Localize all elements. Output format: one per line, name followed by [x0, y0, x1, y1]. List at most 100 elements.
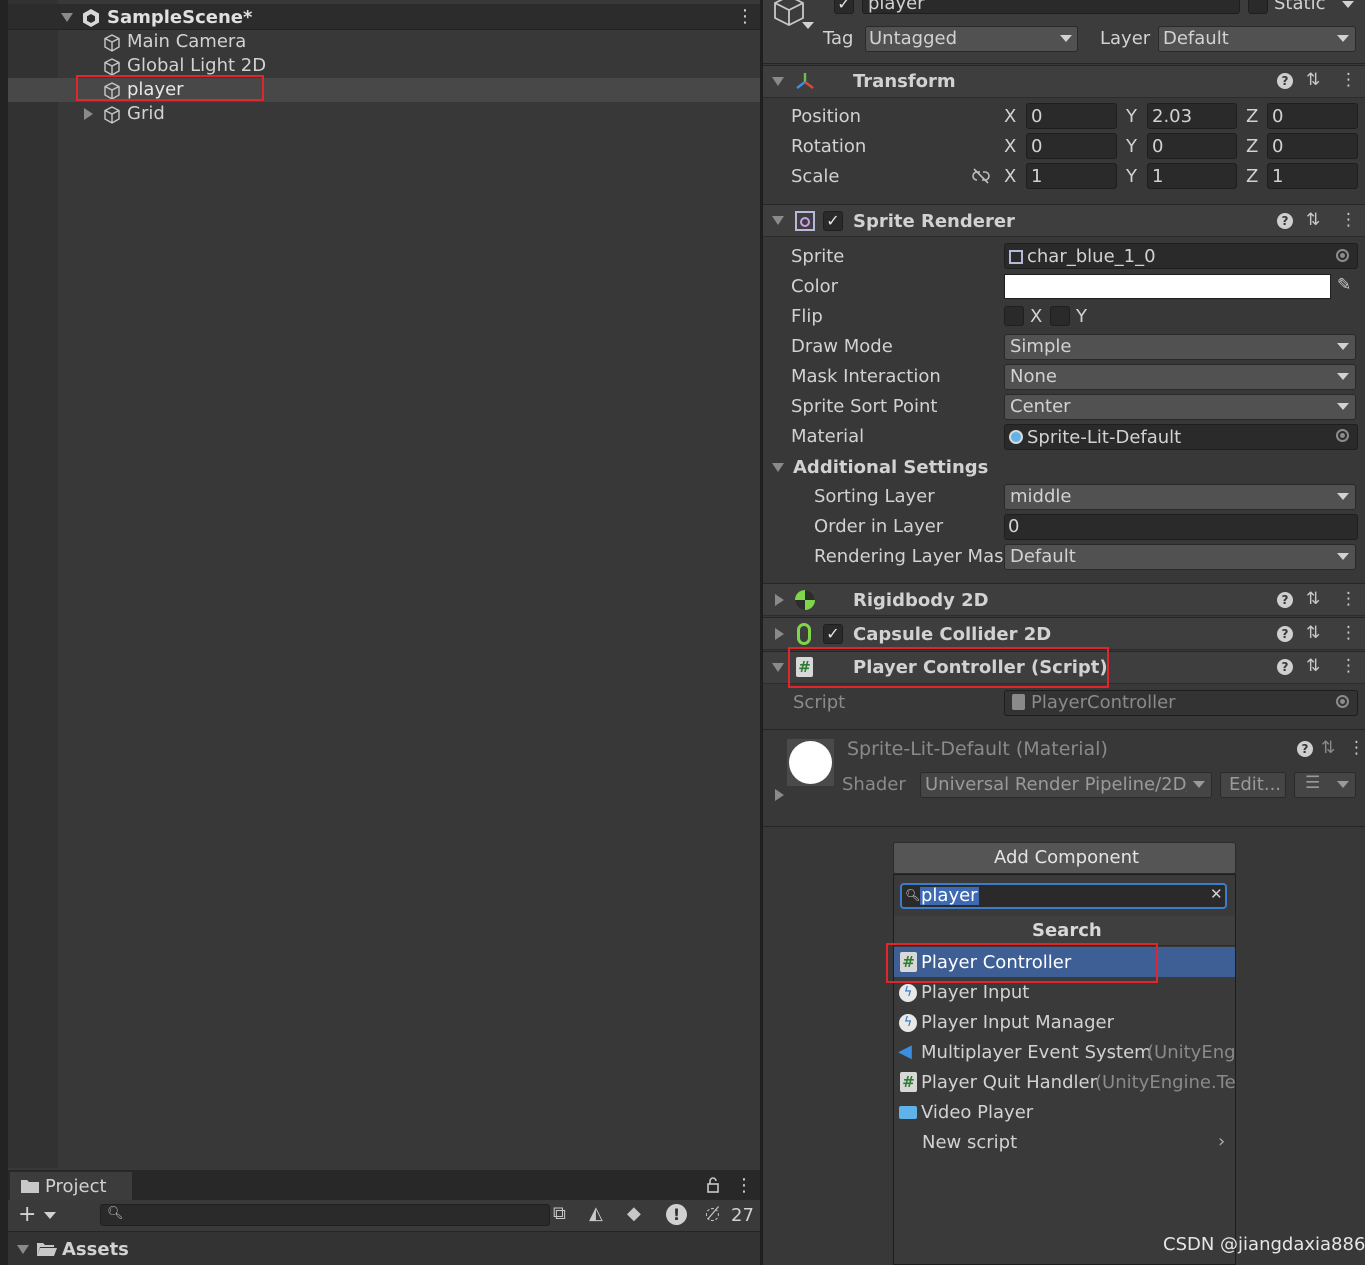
- static-dropdown-icon[interactable]: [1342, 1, 1354, 8]
- clear-search-icon[interactable]: ✕: [1210, 887, 1223, 902]
- scene-expand-icon[interactable]: [61, 13, 73, 22]
- project-menu-icon[interactable]: ⋮: [735, 1177, 753, 1195]
- component-item-multiplayer-event-system[interactable]: Multiplayer Event System: [921, 1044, 1152, 1062]
- hierarchy-gutter: [8, 0, 58, 1168]
- player-controller-collapse-icon[interactable]: [772, 663, 784, 672]
- project-search-input[interactable]: [100, 1204, 550, 1226]
- video-player-icon: [899, 1106, 917, 1119]
- capsule-enabled-checkbox[interactable]: ✓: [823, 624, 843, 644]
- create-plus-icon[interactable]: +: [18, 1204, 36, 1226]
- chevron-down-icon: [1193, 781, 1205, 788]
- draw-mode-value: Simple: [1010, 336, 1072, 357]
- scale-x-value: 1: [1031, 166, 1043, 187]
- additional-settings-collapse-icon[interactable]: [772, 463, 784, 472]
- filter-type-icon[interactable]: ◭: [589, 1205, 603, 1223]
- sprite-sort-point-value: Center: [1010, 396, 1071, 417]
- axis-z-label: Z: [1246, 136, 1259, 157]
- chevron-down-icon: [1337, 781, 1349, 788]
- color-swatch[interactable]: [1004, 274, 1331, 299]
- list-icon: ☰: [1305, 773, 1321, 793]
- create-dropdown-icon[interactable]: [44, 1212, 56, 1219]
- icon-dropdown-icon[interactable]: [802, 22, 814, 29]
- presets-icon[interactable]: ⇅: [1306, 72, 1320, 89]
- grid-expand-icon[interactable]: [84, 108, 93, 120]
- context-menu-icon[interactable]: ⋮: [1348, 740, 1365, 757]
- position-z-value: 0: [1272, 106, 1284, 127]
- sprite-renderer-enabled-checkbox[interactable]: ✓: [823, 211, 843, 231]
- edit-shader-label: Edit...: [1229, 774, 1282, 795]
- help-icon[interactable]: ?: [1277, 626, 1293, 642]
- presets-icon[interactable]: ⇅: [1321, 740, 1335, 757]
- sprite-value: char_blue_1_0: [1027, 246, 1156, 267]
- project-tab-label: Project: [45, 1176, 107, 1197]
- constrain-proportions-icon[interactable]: [971, 167, 991, 185]
- context-menu-icon[interactable]: ⋮: [1340, 625, 1357, 642]
- component-item-player-quit-handler[interactable]: Player Quit Handler: [921, 1074, 1097, 1092]
- material-expand-icon[interactable]: [775, 789, 784, 801]
- rigidbody-2d-title: Rigidbody 2D: [853, 590, 989, 611]
- component-item-video-player[interactable]: Video Player: [921, 1104, 1033, 1122]
- unity-scene-icon: [83, 9, 99, 27]
- sprite-renderer-title: Sprite Renderer: [853, 211, 1015, 232]
- layer-value: Default: [1163, 28, 1229, 49]
- component-item-player-input[interactable]: Player Input: [921, 984, 1029, 1002]
- chevron-down-icon: [1337, 343, 1349, 350]
- label-tag-icon[interactable]: ◆: [627, 1205, 641, 1223]
- hierarchy-item-global-light[interactable]: Global Light 2D: [127, 57, 266, 75]
- lock-icon[interactable]: [706, 1176, 720, 1194]
- eyedropper-icon[interactable]: ✎: [1337, 277, 1351, 294]
- tag-label: Tag: [823, 28, 854, 49]
- highlight-player-row: [76, 75, 264, 101]
- rotation-label: Rotation: [791, 136, 867, 157]
- static-checkbox[interactable]: [1248, 0, 1268, 14]
- hierarchy-item-grid[interactable]: Grid: [127, 105, 165, 123]
- flip-x-label: X: [1030, 306, 1043, 327]
- highlight-player-controller: [788, 647, 1109, 688]
- capsule-expand-icon[interactable]: [775, 628, 784, 640]
- help-icon[interactable]: ?: [1277, 213, 1293, 229]
- chevron-down-icon: [1337, 493, 1349, 500]
- help-icon[interactable]: ?: [1297, 741, 1313, 757]
- sorting-layer-value: middle: [1010, 486, 1072, 507]
- position-label: Position: [791, 106, 862, 127]
- presets-icon[interactable]: ⇅: [1306, 212, 1320, 229]
- flip-y-checkbox[interactable]: [1050, 306, 1070, 326]
- gameobject-icon: [104, 58, 120, 76]
- search-window-icon[interactable]: ⧉: [553, 1205, 566, 1223]
- rotation-y-value: 0: [1152, 136, 1164, 157]
- context-menu-icon[interactable]: ⋮: [1340, 591, 1357, 608]
- scene-menu-icon[interactable]: ⋮: [736, 8, 754, 26]
- capsule-collider-2d-title: Capsule Collider 2D: [853, 624, 1052, 645]
- axis-y-label: Y: [1126, 106, 1137, 127]
- section-divider: [763, 826, 1365, 827]
- presets-icon[interactable]: ⇅: [1306, 591, 1320, 608]
- search-icon: 🔍︎: [905, 888, 921, 902]
- help-icon[interactable]: ?: [1277, 73, 1293, 89]
- help-icon[interactable]: ?: [1277, 659, 1293, 675]
- context-menu-icon[interactable]: ⋮: [1340, 212, 1357, 229]
- flip-x-checkbox[interactable]: [1004, 306, 1024, 326]
- assets-label[interactable]: Assets: [62, 1241, 129, 1259]
- object-picker-icon[interactable]: [1336, 429, 1349, 442]
- component-item-new-script[interactable]: New script: [922, 1134, 1017, 1152]
- script-hash-icon: #: [900, 1072, 917, 1092]
- warning-icon[interactable]: !: [666, 1204, 687, 1225]
- additional-settings-label[interactable]: Additional Settings: [793, 459, 988, 477]
- chevron-down-icon: [1337, 403, 1349, 410]
- order-in-layer-field[interactable]: [1004, 514, 1358, 540]
- active-checkbox[interactable]: ✓: [834, 0, 854, 14]
- presets-icon[interactable]: ⇅: [1306, 625, 1320, 642]
- hidden-packages-icon[interactable]: ◌̸: [705, 1206, 720, 1223]
- context-menu-icon[interactable]: ⋮: [1340, 72, 1357, 89]
- transform-collapse-icon[interactable]: [772, 77, 784, 86]
- help-icon[interactable]: ?: [1277, 592, 1293, 608]
- hierarchy-item-main-camera[interactable]: Main Camera: [127, 33, 246, 51]
- component-item-player-input-manager[interactable]: Player Input Manager: [921, 1014, 1114, 1032]
- presets-icon[interactable]: ⇅: [1306, 658, 1320, 675]
- watermark: CSDN @jiangdaxia886: [1163, 1234, 1365, 1255]
- context-menu-icon[interactable]: ⋮: [1340, 658, 1357, 675]
- object-picker-icon[interactable]: [1336, 249, 1349, 262]
- rigidbody-expand-icon[interactable]: [775, 594, 784, 606]
- assets-expand-icon[interactable]: [17, 1245, 29, 1254]
- sprite-renderer-collapse-icon[interactable]: [772, 216, 784, 225]
